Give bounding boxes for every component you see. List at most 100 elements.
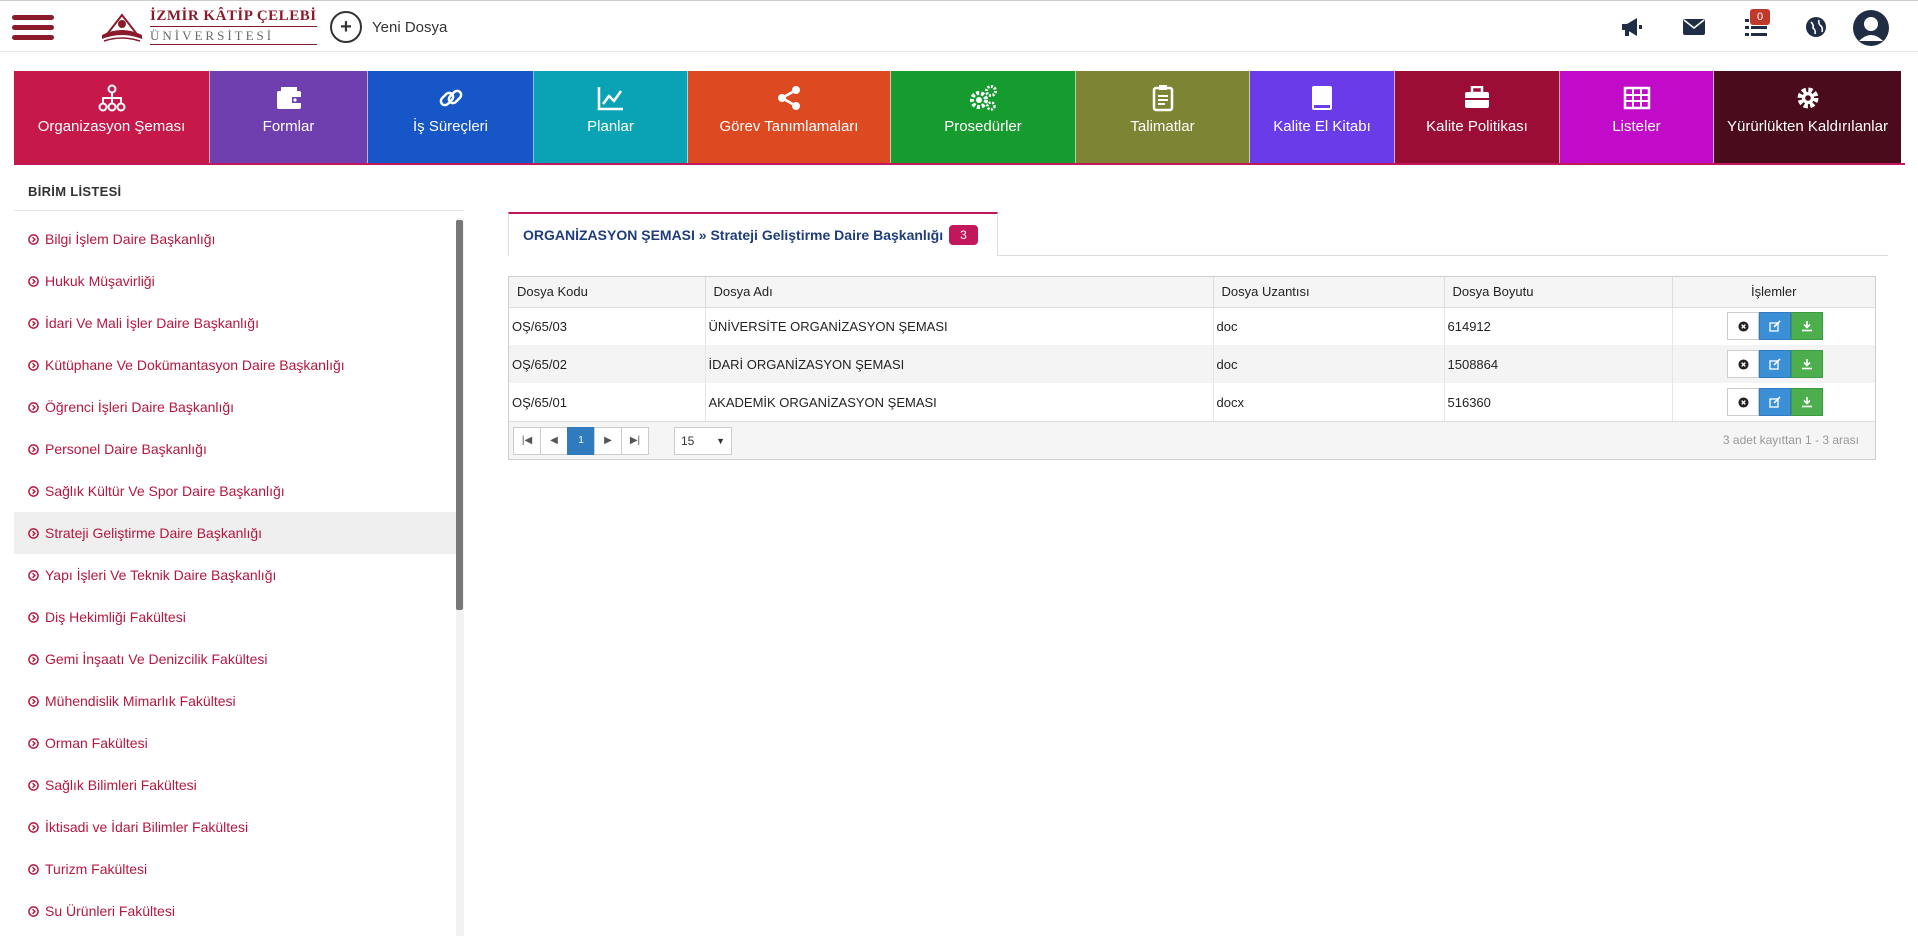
delete-button[interactable]: [1727, 388, 1760, 416]
column-header-file-extension[interactable]: Dosya Uzantısı: [1213, 277, 1445, 308]
module-kalite-politikasi[interactable]: Kalite Politikası: [1395, 71, 1560, 163]
module-formlar[interactable]: Formlar: [210, 71, 368, 163]
chevron-circle-right-icon: [28, 485, 39, 497]
prev-page-button[interactable]: ◀: [540, 426, 568, 455]
top-bar: İZMİR KÂTİP ÇELEBİ ÜNİVERSİTESİ + Yeni D…: [0, 0, 1918, 52]
edit-icon: [1769, 358, 1781, 370]
module-listeler[interactable]: Listeler: [1560, 71, 1714, 163]
file-code-cell: OŞ/65/01: [509, 383, 706, 421]
chevron-circle-right-icon: [28, 527, 39, 539]
sidebar-item[interactable]: Sağlık Kültür Ve Spor Daire Başkanlığı: [14, 470, 456, 512]
sidebar-item[interactable]: Sağlık Bilimleri Fakültesi: [14, 764, 456, 806]
sidebar-item-label: Diş Hekimliği Fakültesi: [45, 609, 186, 625]
chevron-circle-right-icon: [28, 275, 39, 287]
edit-button[interactable]: [1759, 350, 1792, 378]
sidebar-item[interactable]: Orman Fakültesi: [14, 722, 456, 764]
sidebar-item[interactable]: Kütüphane Ve Dokümantasyon Daire Başkanl…: [14, 344, 456, 386]
download-button[interactable]: [1791, 388, 1824, 416]
file-name-cell: ÜNİVERSİTE ORGANİZASYON ŞEMASI: [705, 307, 1214, 345]
logo-line1: İZMİR KÂTİP ÇELEBİ: [150, 8, 317, 24]
edit-button[interactable]: [1759, 312, 1792, 341]
sidebar-scrollbar-thumb[interactable]: [456, 220, 463, 610]
sidebar-item[interactable]: Diş Hekimliği Fakültesi: [14, 596, 456, 638]
download-icon: [1802, 397, 1813, 408]
chevron-circle-right-icon: [28, 359, 39, 371]
module-talimatlar[interactable]: Talimatlar: [1076, 71, 1250, 163]
globe-icon[interactable]: [1802, 13, 1830, 41]
file-name-cell: İDARİ ORGANİZASYON ŞEMASI: [705, 345, 1214, 383]
module-yururlukten-kaldirilanlar[interactable]: Yürürlükten Kaldırılanlar: [1714, 71, 1901, 163]
chevron-circle-right-icon: [28, 905, 39, 917]
table-row[interactable]: OŞ/65/02 İDARİ ORGANİZASYON ŞEMASI doc 1508…: [509, 345, 1875, 383]
chevron-circle-right-icon: [28, 317, 39, 329]
tab-organization-chart[interactable]: ORGANİZASYON ŞEMASI » Strateji Geliştirm…: [508, 212, 998, 256]
download-button[interactable]: [1791, 312, 1824, 341]
new-file-label: Yeni Dosya: [372, 18, 448, 36]
megaphone-icon[interactable]: [1618, 13, 1646, 41]
column-header-file-code[interactable]: Dosya Kodu: [509, 277, 706, 308]
last-page-button[interactable]: ▶|: [621, 426, 649, 455]
sidebar-item-label: Su Ürünleri Fakültesi: [45, 903, 175, 919]
sidebar-item-label: Kütüphane Ve Dokümantasyon Daire Başkanl…: [45, 357, 345, 373]
new-file-button[interactable]: + Yeni Dosya: [330, 11, 447, 43]
chevron-circle-right-icon: [28, 821, 39, 833]
sidebar-item[interactable]: Bilgi İşlem Daire Başkanlığı: [14, 218, 456, 260]
file-code-cell: OŞ/65/03: [509, 307, 706, 345]
table-row[interactable]: OŞ/65/01 AKADEMİK ORGANİZASYON ŞEMASI docx…: [509, 383, 1875, 421]
sidebar-item[interactable]: Turizm Fakültesi: [14, 848, 456, 890]
first-page-button[interactable]: |◀: [513, 426, 541, 455]
envelope-icon[interactable]: [1680, 13, 1708, 41]
table-row[interactable]: OŞ/65/03 ÜNİVERSİTE ORGANİZASYON ŞEMASI do…: [509, 307, 1875, 345]
university-logo[interactable]: İZMİR KÂTİP ÇELEBİ ÜNİVERSİTESİ: [98, 7, 317, 47]
page-size-value: 15: [681, 433, 695, 448]
sidebar-item[interactable]: Strateji Geliştirme Daire Başkanlığı: [14, 512, 456, 554]
sidebar-item[interactable]: Hukuk Müşavirliği: [14, 260, 456, 302]
chevron-circle-right-icon: [28, 737, 39, 749]
share-icon: [774, 83, 804, 113]
module-organizasyon-semasi[interactable]: Organizasyon Şeması: [14, 71, 210, 163]
module-is-surecleri[interactable]: İş Süreçleri: [368, 71, 534, 163]
delete-button[interactable]: [1727, 350, 1760, 378]
edit-icon: [1769, 320, 1781, 332]
sidebar-item[interactable]: Su Ürünleri Fakültesi: [14, 890, 456, 932]
sidebar-item-label: Hukuk Müşavirliği: [45, 273, 155, 289]
column-header-file-name[interactable]: Dosya Adı: [705, 277, 1214, 308]
sidebar-item[interactable]: Yapı İşleri Ve Teknik Daire Başkanlığı: [14, 554, 456, 596]
module-planlar[interactable]: Planlar: [534, 71, 688, 163]
menu-toggle-button[interactable]: [12, 15, 54, 41]
module-label: Kalite El Kitabı: [1273, 118, 1371, 135]
delete-button[interactable]: [1727, 312, 1760, 341]
chevron-circle-right-icon: [28, 653, 39, 665]
module-label: Prosedürler: [944, 118, 1022, 135]
download-button[interactable]: [1791, 350, 1824, 378]
user-avatar-icon[interactable]: [1852, 9, 1890, 47]
page-size-select[interactable]: 15 ▼: [674, 426, 732, 455]
sidebar-item-label: Sağlık Kültür Ve Spor Daire Başkanlığı: [45, 483, 285, 499]
sidebar-item[interactable]: Personel Daire Başkanlığı: [14, 428, 456, 470]
current-page-button[interactable]: 1: [567, 426, 595, 455]
next-page-button[interactable]: ▶: [594, 426, 622, 455]
sidebar-item[interactable]: İdari Ve Mali İşler Daire Başkanlığı: [14, 302, 456, 344]
chevron-down-icon: ▼: [716, 435, 725, 446]
pagination-info: 3 adet kayıttan 1 - 3 arası: [1722, 433, 1859, 447]
sidebar-item[interactable]: Gemi İnşaatı Ve Denizcilik Fakültesi: [14, 638, 456, 680]
module-prosedurler[interactable]: Prosedürler: [891, 71, 1076, 163]
logo-line2: ÜNİVERSİTESİ: [150, 26, 317, 45]
sidebar-item-label: Öğrenci İşleri Daire Başkanlığı: [45, 399, 235, 415]
book-icon: [1307, 83, 1337, 113]
file-count-badge: 3: [949, 225, 978, 245]
module-kalite-el-kitabi[interactable]: Kalite El Kitabı: [1250, 71, 1395, 163]
sidebar-item[interactable]: Öğrenci İşleri Daire Başkanlığı: [14, 386, 456, 428]
sidebar-item[interactable]: İktisadi ve İdari Bilimler Fakültesi: [14, 806, 456, 848]
module-label: Talimatlar: [1130, 118, 1195, 135]
module-label: İş Süreçleri: [412, 118, 489, 135]
edit-button[interactable]: [1759, 388, 1792, 416]
notification-badge[interactable]: 0: [1750, 9, 1771, 25]
module-label: Yürürlükten Kaldırılanlar: [1727, 118, 1888, 135]
column-header-file-size[interactable]: Dosya Boyutu: [1444, 277, 1673, 308]
chevron-circle-right-icon: [28, 443, 39, 455]
module-gorev-tanimlamalari[interactable]: Görev Tanımlamaları: [688, 71, 891, 163]
sidebar-item[interactable]: Mühendislik Mimarlık Fakültesi: [14, 680, 456, 722]
module-label: Görev Tanımlamaları: [719, 118, 859, 135]
file-code-cell: OŞ/65/02: [509, 345, 706, 383]
